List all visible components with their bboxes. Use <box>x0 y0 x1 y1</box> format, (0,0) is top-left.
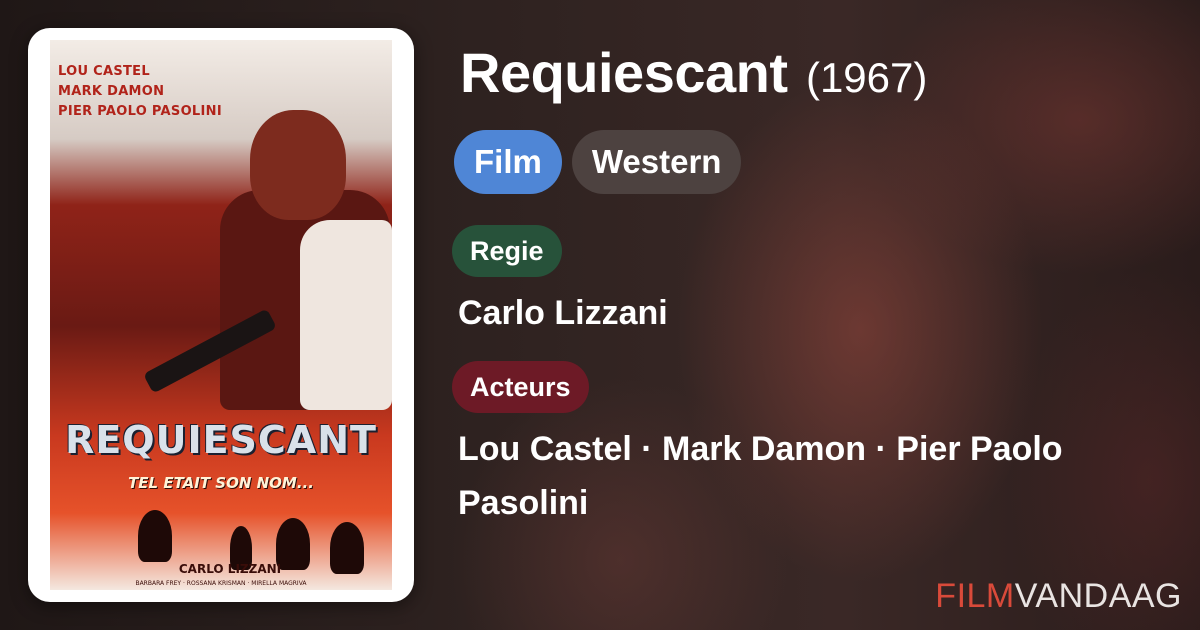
poster-rider <box>138 510 172 562</box>
brand-logo-part1: FILM <box>935 577 1015 615</box>
tag-film[interactable]: Film <box>454 130 562 194</box>
poster-cast-list: LOU CASTEL MARK DAMON PIER PAOLO PASOLIN… <box>58 62 222 122</box>
director-label: Regie <box>452 225 562 277</box>
poster-cast-line: PIER PAOLO PASOLINI <box>58 104 222 119</box>
tag-list: Film Western <box>454 130 742 194</box>
poster-figure-head <box>250 110 346 220</box>
actors-list: Lou Castel · Mark Damon · Pier Paolo Pas… <box>458 430 1063 522</box>
poster-subtitle: TEL ETAIT SON NOM... <box>128 474 314 492</box>
poster-figure-shirt <box>300 220 392 410</box>
director-name: Carlo Lizzani <box>458 294 668 332</box>
movie-title: Requiescant <box>460 41 788 104</box>
brand-logo-part2: VANDAAG <box>1014 577 1182 615</box>
poster-cast-line: MARK DAMON <box>58 84 165 99</box>
movie-year: (1967) <box>805 54 928 101</box>
tag-genre-western[interactable]: Western <box>571 130 742 194</box>
brand-logo[interactable]: FILMVANDAAG <box>935 577 1182 616</box>
poster-director: CARLO LIZZANI <box>178 562 282 576</box>
poster-credits: BARBARA FREY · ROSSANA KRISMAN · MIRELLA… <box>135 580 307 587</box>
movie-heading: Requiescant (1967) <box>460 40 927 105</box>
poster-title: REQUIESCANT <box>65 418 377 462</box>
poster-artwork: LOU CASTEL MARK DAMON PIER PAOLO PASOLIN… <box>50 40 392 590</box>
poster-rider <box>330 522 364 574</box>
actors-label: Acteurs <box>452 361 589 413</box>
poster-cast-line: LOU CASTEL <box>58 64 150 79</box>
movie-poster: LOU CASTEL MARK DAMON PIER PAOLO PASOLIN… <box>28 28 414 602</box>
